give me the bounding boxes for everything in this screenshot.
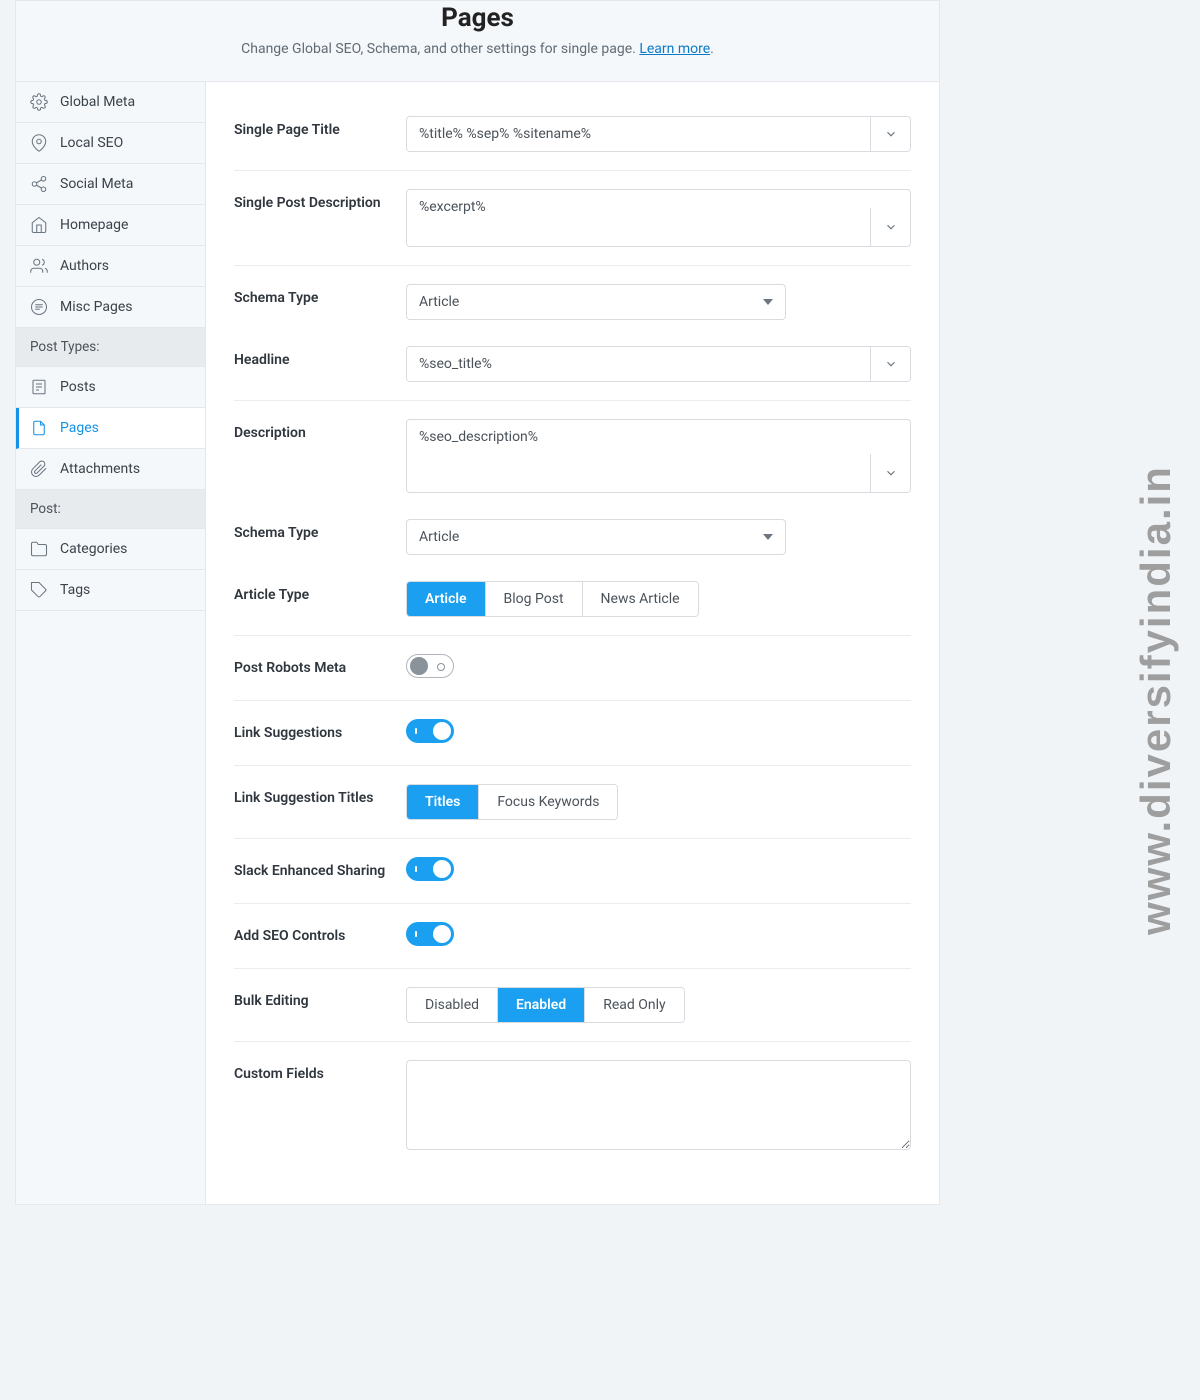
sidebar-item-attachments[interactable]: Attachments <box>16 449 205 490</box>
link-suggestions-toggle[interactable] <box>406 719 454 743</box>
slack-toggle[interactable] <box>406 857 454 881</box>
sidebar-item-label: Misc Pages <box>60 299 133 315</box>
bulk-enabled[interactable]: Enabled <box>498 988 585 1022</box>
lst-titles[interactable]: Titles <box>407 785 479 819</box>
page-icon <box>30 419 48 437</box>
single-post-description-input[interactable] <box>407 190 870 246</box>
schema-type-label: Schema Type <box>234 284 406 306</box>
bulk-editing-group: Disabled Enabled Read Only <box>406 987 685 1023</box>
headline-input[interactable] <box>407 347 870 381</box>
sidebar-item-tags[interactable]: Tags <box>16 570 205 611</box>
gear-icon <box>30 93 48 111</box>
folder-icon <box>30 540 48 558</box>
home-icon <box>30 216 48 234</box>
page-subtitle: Change Global SEO, Schema, and other set… <box>40 41 915 57</box>
learn-more-link[interactable]: Learn more <box>639 41 710 57</box>
link-suggestions-label: Link Suggestions <box>234 719 406 741</box>
sidebar-item-categories[interactable]: Categories <box>16 529 205 570</box>
share-icon <box>30 175 48 193</box>
link-suggestion-titles-group: Titles Focus Keywords <box>406 784 618 820</box>
post-robots-label: Post Robots Meta <box>234 654 406 676</box>
seo-controls-label: Add SEO Controls <box>234 922 406 944</box>
custom-fields-label: Custom Fields <box>234 1060 406 1082</box>
bulk-editing-label: Bulk Editing <box>234 987 406 1009</box>
variable-dropdown-button[interactable] <box>870 208 910 246</box>
sidebar-item-label: Authors <box>60 258 109 274</box>
sidebar-item-label: Social Meta <box>60 176 133 192</box>
description-input[interactable] <box>407 420 870 492</box>
pin-icon <box>30 134 48 152</box>
lst-focus-keywords[interactable]: Focus Keywords <box>479 785 617 819</box>
sidebar-item-label: Categories <box>60 541 127 557</box>
watermark-text: www.diversifyindia.in <box>1132 465 1180 935</box>
sidebar-item-label: Local SEO <box>60 135 123 151</box>
sidebar-item-label: Global Meta <box>60 94 135 110</box>
tag-icon <box>30 581 48 599</box>
article-type-blog-post[interactable]: Blog Post <box>486 582 583 616</box>
bulk-readonly[interactable]: Read Only <box>585 988 683 1022</box>
schema-type-select[interactable]: Article <box>406 284 786 320</box>
sidebar-item-pages[interactable]: Pages <box>16 408 205 449</box>
sidebar-header-post-types: Post Types: <box>16 328 205 367</box>
sidebar-item-global-meta[interactable]: Global Meta <box>16 82 205 123</box>
lines-icon <box>30 298 48 316</box>
content: Single Page Title Single Post Descriptio… <box>206 82 939 1204</box>
users-icon <box>30 257 48 275</box>
sidebar-header-post: Post: <box>16 490 205 529</box>
custom-fields-input[interactable] <box>406 1060 911 1150</box>
link-suggestion-titles-label: Link Suggestion Titles <box>234 784 406 806</box>
article-type-label: Article Type <box>234 581 406 603</box>
post-robots-toggle[interactable] <box>406 654 454 678</box>
sidebar-item-label: Pages <box>60 420 99 436</box>
slack-label: Slack Enhanced Sharing <box>234 857 406 879</box>
schema-type-2-select[interactable]: Article <box>406 519 786 555</box>
bulk-disabled[interactable]: Disabled <box>407 988 498 1022</box>
sidebar-item-authors[interactable]: Authors <box>16 246 205 287</box>
seo-controls-toggle[interactable] <box>406 922 454 946</box>
sidebar: Global Meta Local SEO Social Meta Homepa… <box>16 82 206 1204</box>
article-type-group: Article Blog Post News Article <box>406 581 699 617</box>
hero: Pages Change Global SEO, Schema, and oth… <box>16 1 939 82</box>
sidebar-item-label: Homepage <box>60 217 128 233</box>
sidebar-item-homepage[interactable]: Homepage <box>16 205 205 246</box>
single-post-description-label: Single Post Description <box>234 189 406 211</box>
sidebar-item-social-meta[interactable]: Social Meta <box>16 164 205 205</box>
clip-icon <box>30 460 48 478</box>
description-label: Description <box>234 419 406 441</box>
sidebar-item-label: Attachments <box>60 461 140 477</box>
variable-dropdown-button[interactable] <box>870 117 910 151</box>
sidebar-item-misc-pages[interactable]: Misc Pages <box>16 287 205 328</box>
variable-dropdown-button[interactable] <box>870 454 910 492</box>
article-type-article[interactable]: Article <box>407 582 486 616</box>
sidebar-item-label: Tags <box>60 582 90 598</box>
article-type-news-article[interactable]: News Article <box>583 582 698 616</box>
post-icon <box>30 378 48 396</box>
sidebar-item-posts[interactable]: Posts <box>16 367 205 408</box>
headline-label: Headline <box>234 346 406 368</box>
page-title: Pages <box>40 1 915 33</box>
sidebar-item-local-seo[interactable]: Local SEO <box>16 123 205 164</box>
single-page-title-input[interactable] <box>407 117 870 151</box>
sidebar-item-label: Posts <box>60 379 96 395</box>
schema-type-2-label: Schema Type <box>234 519 406 541</box>
variable-dropdown-button[interactable] <box>870 347 910 381</box>
single-page-title-label: Single Page Title <box>234 116 406 138</box>
settings-panel: Pages Change Global SEO, Schema, and oth… <box>15 0 940 1205</box>
